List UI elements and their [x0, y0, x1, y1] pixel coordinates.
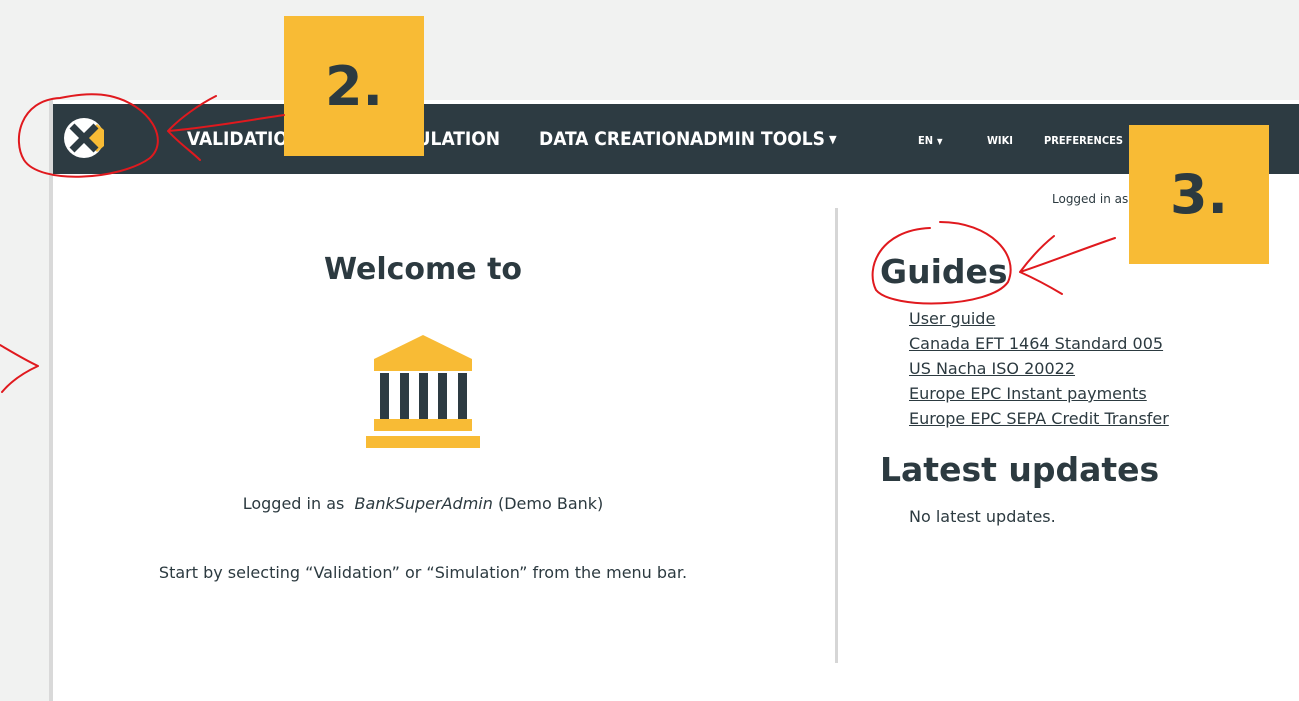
guides-list: User guide Canada EFT 1464 Standard 005 …	[909, 307, 1169, 432]
x-logo-icon[interactable]	[62, 116, 106, 160]
caret-down-icon: ▼	[937, 136, 943, 146]
bank-building-icon	[366, 335, 480, 448]
nav-admin-tools-label: ADMIN TOOLS	[690, 128, 825, 150]
username: BankSuperAdmin	[354, 494, 493, 513]
guide-item: US Nacha ISO 20022	[909, 357, 1169, 382]
callout-step-3: 3.	[1129, 125, 1269, 264]
instructions-text: Start by selecting “Validation” or “Simu…	[158, 563, 688, 582]
guide-link-epc-instant[interactable]: Europe EPC Instant payments	[909, 384, 1147, 403]
guide-link-canada-eft[interactable]: Canada EFT 1464 Standard 005	[909, 334, 1163, 353]
welcome-title: Welcome to	[323, 252, 523, 287]
logged-in-header-text: Logged in as	[1052, 192, 1129, 206]
left-annotation-arrow	[0, 344, 39, 393]
callout-step-2: 2.	[284, 16, 424, 156]
guide-link-us-nacha[interactable]: US Nacha ISO 20022	[909, 359, 1075, 378]
guide-item: Canada EFT 1464 Standard 005	[909, 332, 1169, 357]
no-updates-text: No latest updates.	[909, 507, 1056, 526]
nav-admin-tools[interactable]: ADMIN TOOLS ▼	[690, 128, 837, 150]
language-dropdown[interactable]: EN ▼	[918, 134, 943, 147]
guide-link-epc-sepa[interactable]: Europe EPC SEPA Credit Transfer	[909, 409, 1169, 428]
guides-heading: Guides	[880, 252, 1008, 291]
nav-data-creation[interactable]: DATA CREATION	[539, 128, 690, 150]
logged-in-info: Logged in as BankSuperAdmin (Demo Bank)	[140, 494, 706, 513]
guide-link-user-guide[interactable]: User guide	[909, 309, 995, 328]
logged-in-prefix: Logged in as	[242, 494, 350, 513]
nav-wiki[interactable]: WIKI	[987, 134, 1013, 147]
guide-item: Europe EPC Instant payments	[909, 382, 1169, 407]
guide-item: User guide	[909, 307, 1169, 332]
top-navbar: VALIDATION SIMULATION DATA CREATION ADMI…	[53, 104, 1299, 174]
guide-item: Europe EPC SEPA Credit Transfer	[909, 407, 1169, 432]
language-label: EN	[918, 134, 934, 147]
bank-name: (Demo Bank)	[497, 494, 604, 513]
column-divider	[835, 208, 838, 663]
nav-preferences[interactable]: PREFERENCES	[1044, 134, 1123, 147]
caret-down-icon: ▼	[828, 133, 837, 146]
latest-updates-heading: Latest updates	[880, 450, 1160, 489]
